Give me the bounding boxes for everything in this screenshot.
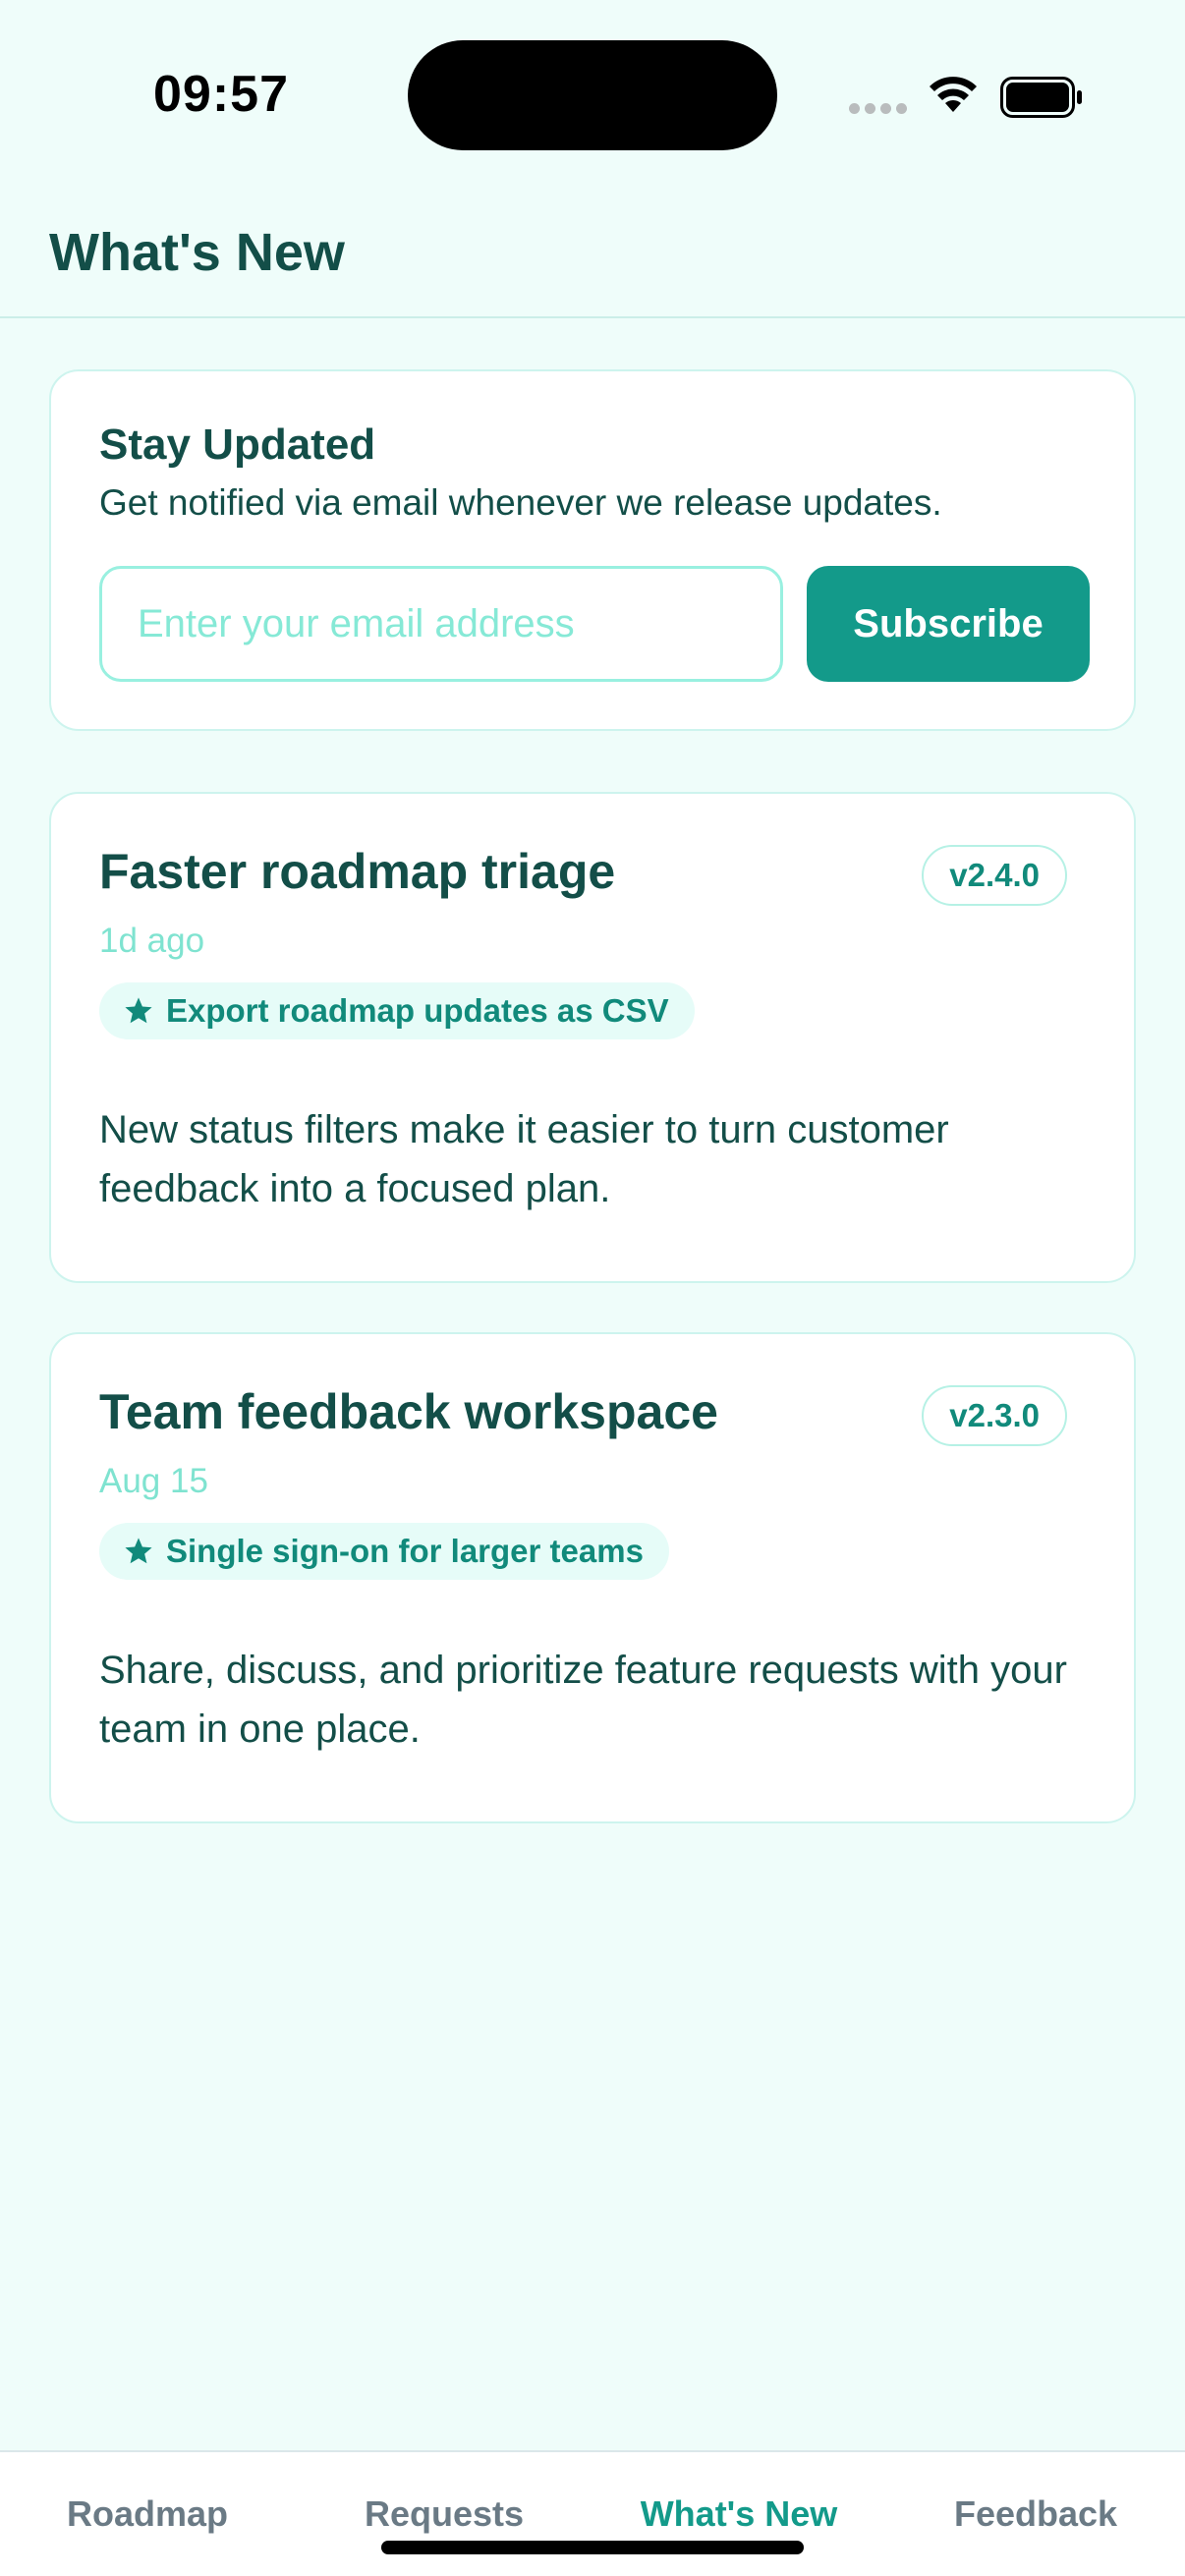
release-card: Team feedback workspace v2.3.0 Aug 15 Si… — [49, 1332, 1136, 1823]
battery-icon — [1000, 77, 1082, 118]
feature-label: Single sign-on for larger teams — [166, 1533, 644, 1569]
release-title: Faster roadmap triage — [99, 844, 616, 899]
wifi-icon — [930, 77, 977, 112]
tab-roadmap[interactable]: Roadmap — [0, 2493, 295, 2535]
tab-whats-new[interactable]: What's New — [592, 2493, 886, 2535]
release-date: 1d ago — [99, 922, 205, 960]
release-date: Aug 15 — [99, 1462, 208, 1500]
star-icon — [125, 1538, 152, 1564]
status-bar: 09:57 — [0, 0, 1185, 187]
tab-feedback[interactable]: Feedback — [888, 2493, 1183, 2535]
release-card: Faster roadmap triage v2.4.0 1d ago Expo… — [49, 792, 1136, 1283]
dynamic-island — [408, 40, 777, 150]
feature-chip: Export roadmap updates as CSV — [99, 982, 695, 1039]
feature-chip: Single sign-on for larger teams — [99, 1523, 669, 1580]
page-title: What's New — [49, 223, 345, 282]
star-icon — [125, 997, 152, 1024]
cellular-dots-icon — [849, 103, 907, 114]
release-title: Team feedback workspace — [99, 1384, 718, 1439]
subscribe-button[interactable]: Subscribe — [807, 566, 1090, 682]
page-header: What's New — [0, 187, 1185, 318]
release-description: New status filters make it easier to tur… — [99, 1108, 949, 1210]
screen: 09:57 What's New Stay Updated Get notifi… — [0, 0, 1185, 2576]
subscribe-title: Stay Updated — [99, 420, 376, 469]
status-time: 09:57 — [153, 66, 289, 123]
feature-label: Export roadmap updates as CSV — [166, 992, 669, 1029]
email-input[interactable] — [99, 566, 783, 682]
home-indicator — [381, 2541, 804, 2554]
tab-bar: Roadmap Requests What's New Feedback — [0, 2450, 1185, 2576]
tab-requests[interactable]: Requests — [297, 2493, 592, 2535]
version-badge: v2.3.0 — [922, 1385, 1067, 1446]
version-badge: v2.4.0 — [922, 845, 1067, 906]
subscribe-card: Stay Updated Get notified via email when… — [49, 369, 1136, 731]
release-description: Share, discuss, and prioritize feature r… — [99, 1649, 1067, 1751]
subscribe-description: Get notified via email whenever we relea… — [99, 482, 942, 523]
